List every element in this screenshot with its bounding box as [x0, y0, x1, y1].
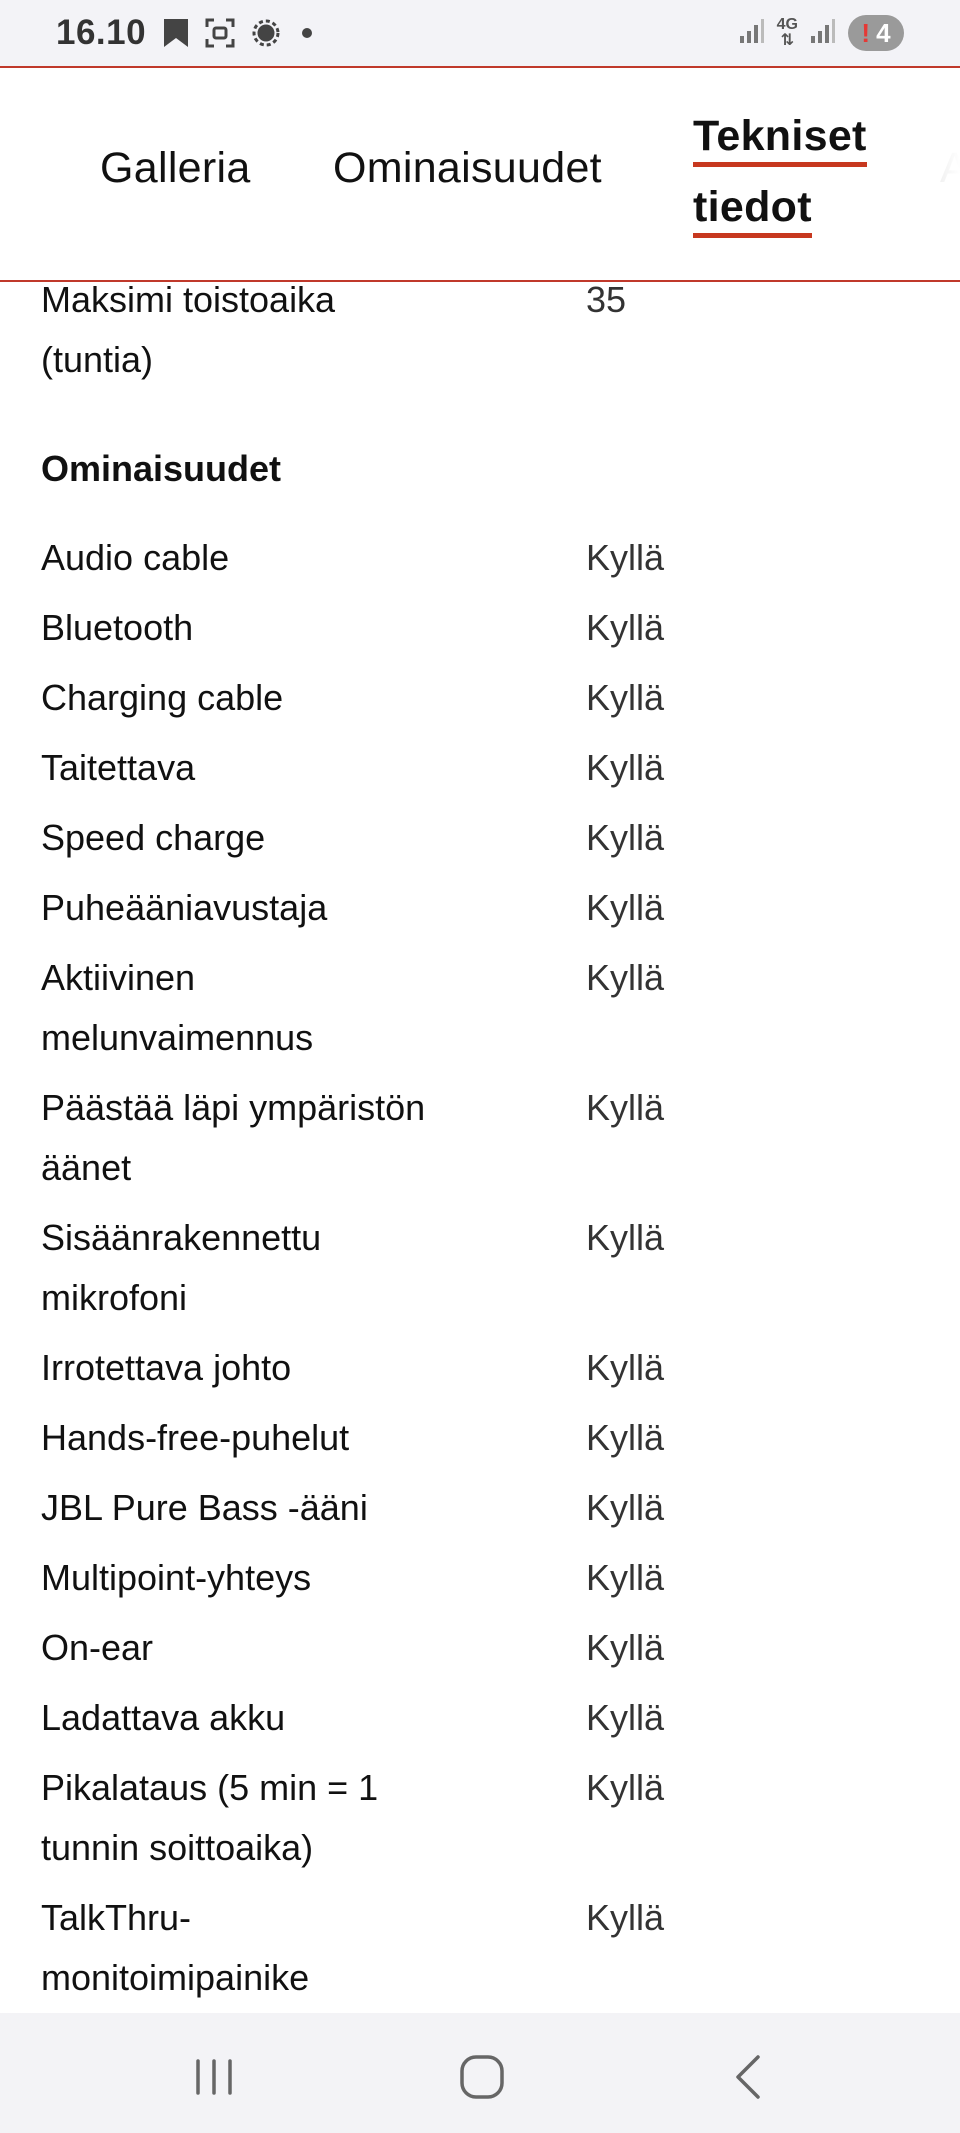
- status-bar: 16.10 4G ⇅ ! 4: [0, 0, 960, 66]
- home-icon[interactable]: [454, 2049, 510, 2105]
- spec-label: Pikalataus (5 min = 1 tunnin soittoaika): [41, 1758, 586, 1878]
- spec-label: Multipoint-yhteys: [41, 1557, 312, 1598]
- spec-label-line2: tunnin soittoaika): [41, 1827, 314, 1868]
- spec-value: Kyllä: [586, 1347, 665, 1388]
- spec-label-line1: Sisäänrakennettu: [41, 1217, 322, 1258]
- spec-value: 35: [586, 282, 627, 320]
- spec-value: Kyllä: [586, 1487, 665, 1528]
- tab-features[interactable]: Ominaisuudet: [333, 144, 602, 193]
- spec-label: Hands-free-puhelut: [41, 1417, 350, 1458]
- spec-row: Multipoint-yhteys Kyllä: [41, 1548, 921, 1608]
- status-right-icons: 4G ⇅ ! 4: [739, 14, 904, 53]
- spec-row-max-playtime: Maksimi toistoaika (tuntia) 35: [41, 282, 921, 390]
- spec-row: TalkThru- monitoimipainike Kyllä: [41, 1888, 921, 2008]
- status-left-icons: [162, 17, 313, 49]
- spec-row: Puheääniavustaja Kyllä: [41, 878, 921, 938]
- notification-count: 4: [876, 17, 891, 48]
- spec-label: Audio cable: [41, 537, 230, 578]
- spec-value: Kyllä: [586, 817, 665, 858]
- notification-alert: !: [861, 17, 871, 48]
- spec-value: Kyllä: [586, 537, 665, 578]
- spec-value: Kyllä: [586, 677, 665, 718]
- spec-label: JBL Pure Bass -ääni: [41, 1487, 368, 1528]
- tab-scroll-fade: [880, 68, 960, 280]
- tab-technical-specs-line1: Tekniset: [693, 110, 867, 167]
- network-type-label: 4G: [776, 16, 798, 33]
- spec-label-line2: monitoimipainike: [41, 1957, 310, 1998]
- spec-label: Päästää läpi ympäristön äänet: [41, 1078, 586, 1198]
- spec-label-line1: Päästää läpi ympäristön: [41, 1087, 426, 1128]
- spec-value: Kyllä: [586, 887, 665, 928]
- spec-label-line1: TalkThru-: [41, 1897, 192, 1938]
- spec-value: Kyllä: [586, 1087, 665, 1128]
- signal-strength-icon: [739, 14, 765, 53]
- spec-row: Irrotettava johto Kyllä: [41, 1338, 921, 1398]
- spec-row: Audio cable Kyllä: [41, 528, 921, 588]
- spec-row: Päästää läpi ympäristön äänet Kyllä: [41, 1078, 921, 1198]
- spec-value: Kyllä: [586, 747, 665, 788]
- section-title-features: Ominaisuudet: [41, 448, 282, 489]
- spec-row: Bluetooth Kyllä: [41, 598, 921, 658]
- more-notifications-dot-icon: [302, 28, 313, 38]
- spec-value: Kyllä: [586, 1417, 665, 1458]
- spec-label: TalkThru- monitoimipainike: [41, 1888, 586, 2008]
- back-icon[interactable]: [722, 2049, 778, 2105]
- specs-content[interactable]: Maksimi toistoaika (tuntia) 35 Ominaisuu…: [0, 282, 960, 2013]
- network-type-icon: 4G ⇅: [776, 16, 798, 49]
- spec-row: Speed charge Kyllä: [41, 808, 921, 868]
- spec-label-line1: Pikalataus (5 min = 1: [41, 1767, 379, 1808]
- spec-label-line1: Maksimi toistoaika: [41, 282, 336, 320]
- tab-gallery[interactable]: Galleria: [100, 144, 251, 193]
- spec-row: JBL Pure Bass -ääni Kyllä: [41, 1478, 921, 1538]
- recents-icon[interactable]: [186, 2049, 242, 2105]
- spec-value: Kyllä: [586, 1697, 665, 1738]
- spec-row: Pikalataus (5 min = 1 tunnin soittoaika)…: [41, 1758, 921, 1878]
- spec-label: Speed charge: [41, 817, 266, 858]
- spec-row: Ladattava akku Kyllä: [41, 1688, 921, 1748]
- spec-row: Hands-free-puhelut Kyllä: [41, 1408, 921, 1468]
- spec-label: Bluetooth: [41, 607, 194, 648]
- spec-label: Taitettava: [41, 747, 196, 788]
- spec-label-line2: melunvaimennus: [41, 1017, 314, 1058]
- spec-label: Charging cable: [41, 677, 284, 718]
- spec-row: On-ear Kyllä: [41, 1618, 921, 1678]
- signal-strength-secondary-icon: [810, 14, 836, 53]
- spec-value: Kyllä: [586, 1627, 665, 1668]
- spec-value: Kyllä: [586, 1217, 665, 1258]
- spec-label-line1: Aktiivinen: [41, 957, 196, 998]
- spec-value: Kyllä: [586, 1557, 665, 1598]
- spec-row: Charging cable Kyllä: [41, 668, 921, 728]
- spec-label: Ladattava akku: [41, 1697, 286, 1738]
- spec-label: On-ear: [41, 1627, 154, 1668]
- spec-label: Maksimi toistoaika (tuntia): [41, 282, 586, 390]
- spec-row: Taitettava Kyllä: [41, 738, 921, 798]
- spec-label: Aktiivinen melunvaimennus: [41, 948, 586, 1068]
- spec-row: Aktiivinen melunvaimennus Kyllä: [41, 948, 921, 1068]
- spec-label: Irrotettava johto: [41, 1347, 292, 1388]
- spec-value: Kyllä: [586, 1767, 665, 1808]
- spec-label-line2: äänet: [41, 1147, 132, 1188]
- screenshot-icon: [204, 17, 236, 49]
- tab-technical-specs-line2: tiedot: [693, 181, 812, 238]
- bookmark-icon: [162, 17, 190, 49]
- spec-label-line2: mikrofoni: [41, 1277, 188, 1318]
- spec-value: Kyllä: [586, 607, 665, 648]
- spec-label-line2: (tuntia): [41, 339, 154, 380]
- tab-technical-specs[interactable]: Tekniset tiedot: [693, 110, 867, 238]
- spec-label: Puheääniavustaja: [41, 887, 328, 928]
- spec-row: Sisäänrakennettu mikrofoni Kyllä: [41, 1208, 921, 1328]
- notification-badge: ! 4: [848, 15, 904, 51]
- spec-value: Kyllä: [586, 957, 665, 998]
- spec-label: Sisäänrakennettu mikrofoni: [41, 1208, 586, 1328]
- tab-header: Galleria Ominaisuudet Tekniset tiedot A: [0, 66, 960, 282]
- chat-bubble-icon: [250, 17, 282, 49]
- system-nav-bar: [0, 2013, 960, 2133]
- status-time: 16.10: [56, 13, 147, 52]
- spec-value: Kyllä: [586, 1897, 665, 1938]
